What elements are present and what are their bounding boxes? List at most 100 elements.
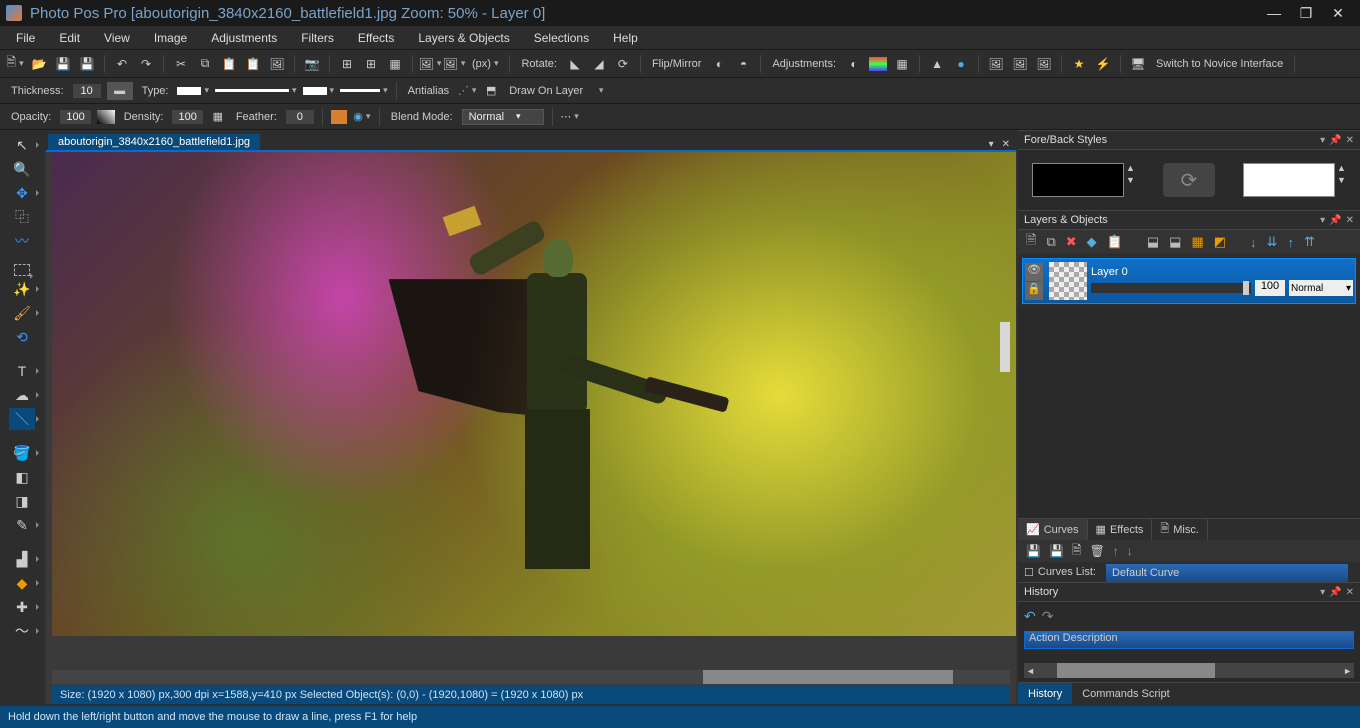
density-value[interactable]: 100 — [172, 110, 202, 124]
flip-h-icon[interactable]: ◐ — [710, 55, 728, 73]
color-swatch-icon[interactable] — [869, 57, 887, 71]
layer-opacity-value[interactable]: 100 — [1255, 280, 1285, 296]
paste-new-icon[interactable]: 🖼 — [268, 55, 286, 73]
move-bottom-icon[interactable]: ⇊ — [1267, 234, 1278, 250]
path-tool[interactable]: 〰 — [9, 230, 35, 252]
fill-swatch-icon[interactable] — [331, 110, 347, 124]
tab-history[interactable]: History — [1018, 683, 1072, 704]
text-tool[interactable]: T — [9, 360, 35, 382]
curves-save-icon[interactable]: 💾 — [1026, 544, 1041, 558]
hue-icon[interactable]: ▦ — [893, 55, 911, 73]
switch-interface-button[interactable]: Switch to Novice Interface — [1153, 58, 1286, 70]
menu-image[interactable]: Image — [142, 26, 199, 49]
curveslist-select[interactable]: Default Curve — [1106, 564, 1348, 582]
grid2-icon[interactable]: ⊞ — [362, 55, 380, 73]
menu-adjustments[interactable]: Adjustments — [199, 26, 289, 49]
blendmode-select[interactable]: Normal — [462, 109, 544, 125]
clone-stamp-tool[interactable]: ▟ — [9, 548, 35, 570]
curves-dn-icon[interactable]: ↓ — [1127, 544, 1133, 558]
history-panel-header[interactable]: History ▾📌✕ — [1018, 582, 1360, 602]
mask-icon[interactable]: ◩ — [1214, 234, 1226, 250]
linestyle[interactable] — [215, 85, 297, 96]
opacity-ramp-icon[interactable] — [97, 110, 115, 124]
fg-dn-icon[interactable]: ▼ — [1126, 175, 1135, 185]
move-top-icon[interactable]: ⇈ — [1304, 234, 1315, 250]
paste-special-icon[interactable]: 📋 — [244, 55, 262, 73]
delete-layer-icon[interactable]: ✖ — [1066, 234, 1077, 250]
layer-blendmode[interactable]: Normal▾ — [1289, 280, 1353, 296]
rotate-free-icon[interactable]: ⟳ — [614, 55, 632, 73]
monitor-icon[interactable]: 🖥 — [1129, 55, 1147, 73]
grid-icon[interactable]: ⊞ — [338, 55, 356, 73]
cut-icon[interactable]: ✂ — [172, 55, 190, 73]
thickness-value[interactable]: 10 — [73, 84, 101, 98]
menu-selections[interactable]: Selections — [522, 26, 601, 49]
thickness-preview-icon[interactable]: ▬ — [107, 82, 133, 100]
star-icon[interactable]: ★ — [1070, 55, 1088, 73]
foreback-panel-header[interactable]: Fore/Back Styles ▾📌✕ — [1018, 130, 1360, 150]
maximize-button[interactable]: ❐ — [1290, 2, 1322, 24]
horizontal-scrollbar[interactable] — [52, 670, 1010, 684]
lock-icon[interactable]: 🔒 — [1025, 282, 1043, 300]
layer-row[interactable]: 👁 🔒 Layer 0 100 Normal▾ — [1022, 258, 1356, 304]
redo-icon[interactable]: ↷ — [137, 55, 155, 73]
paste-layer-icon[interactable]: 📋 — [1107, 234, 1123, 250]
panel-pin-icon[interactable]: 📌 — [1329, 135, 1341, 146]
antialias-icon[interactable]: ⋰ — [458, 82, 476, 100]
bg-dn-icon[interactable]: ▼ — [1337, 175, 1346, 185]
panel-menu-icon[interactable]: ▾ — [1320, 135, 1325, 146]
crop-tool[interactable]: ⿻ — [9, 206, 35, 228]
pattern-stamp-tool[interactable]: ◆ — [9, 572, 35, 594]
save-all-icon[interactable]: 💾 — [78, 55, 96, 73]
bg-up-icon[interactable]: ▲ — [1337, 163, 1346, 173]
magic-eraser-tool[interactable]: ◨ — [9, 490, 35, 512]
marquee-tool[interactable] — [14, 264, 30, 276]
swap-colors-button[interactable]: ⟳ — [1163, 163, 1215, 197]
flip-v-icon[interactable]: ◓ — [734, 55, 752, 73]
line-tool[interactable]: ＼ — [9, 408, 35, 430]
duplicate-layer-icon[interactable]: ⧉ — [1046, 234, 1055, 250]
paste-icon[interactable]: 📋 — [220, 55, 238, 73]
tab-commands-script[interactable]: Commands Script — [1072, 683, 1179, 704]
undo-icon[interactable]: ↶ — [113, 55, 131, 73]
canvas-viewport[interactable]: Size: (1920 x 1080) px,300 dpi x=1588,y=… — [46, 150, 1016, 704]
lasso-tool[interactable]: ⟲ — [9, 326, 35, 348]
open-folder-icon[interactable]: 📂 — [30, 55, 48, 73]
canvas-size-icon[interactable]: 🖼 — [445, 55, 463, 73]
history-redo-icon[interactable]: ↷ — [1042, 608, 1054, 625]
heal-tool[interactable]: ✚ — [9, 596, 35, 618]
new-layer-icon[interactable]: 🗎 — [1026, 231, 1036, 253]
background-swatch[interactable] — [1243, 163, 1335, 197]
opacity-value[interactable]: 100 — [60, 110, 90, 124]
flatten-icon[interactable]: ⬓ — [1169, 234, 1181, 250]
smudge-tool[interactable]: 〜 — [9, 620, 35, 642]
rotate-ccw-icon[interactable]: ◣ — [566, 55, 584, 73]
layer-opacity-slider[interactable] — [1091, 283, 1251, 293]
menu-view[interactable]: View — [92, 26, 142, 49]
swatches-icon[interactable]: ▦ — [386, 55, 404, 73]
fg-up-icon[interactable]: ▲ — [1126, 163, 1135, 173]
blur-icon[interactable]: ● — [952, 55, 970, 73]
density-icon[interactable]: ▦ — [209, 108, 227, 126]
tab-dropdown-icon[interactable]: ▾ — [989, 139, 994, 150]
menu-effects[interactable]: Effects — [346, 26, 406, 49]
canvas-tab[interactable]: aboutorigin_3840x2160_battlefield1.jpg — [48, 134, 260, 150]
history-hscroll[interactable] — [1024, 663, 1354, 678]
save-icon[interactable]: 💾 — [54, 55, 72, 73]
frame2-icon[interactable]: 🖼 — [1011, 55, 1029, 73]
tab-misc[interactable]: 🗎Misc. — [1152, 519, 1208, 540]
pencil-tool[interactable]: ✎ — [9, 514, 35, 536]
canvas-image[interactable] — [52, 152, 1016, 636]
curves-up-icon[interactable]: ↑ — [1113, 544, 1119, 558]
curves-open-icon[interactable]: 💾 — [1049, 544, 1064, 558]
arrowstyle[interactable] — [340, 85, 388, 96]
close-button[interactable]: ✕ — [1322, 2, 1354, 24]
copy-icon[interactable]: ⧉ — [196, 55, 214, 73]
shape-circle-icon[interactable]: ◉ — [353, 108, 371, 126]
curveslist-check[interactable]: ☐ — [1024, 566, 1034, 579]
menu-file[interactable]: File — [4, 26, 47, 49]
zoom-tool[interactable]: 🔍 — [9, 158, 35, 180]
layer-name[interactable]: Layer 0 — [1091, 266, 1353, 278]
visibility-icon[interactable]: 👁 — [1025, 263, 1043, 281]
foreground-swatch[interactable] — [1032, 163, 1124, 197]
